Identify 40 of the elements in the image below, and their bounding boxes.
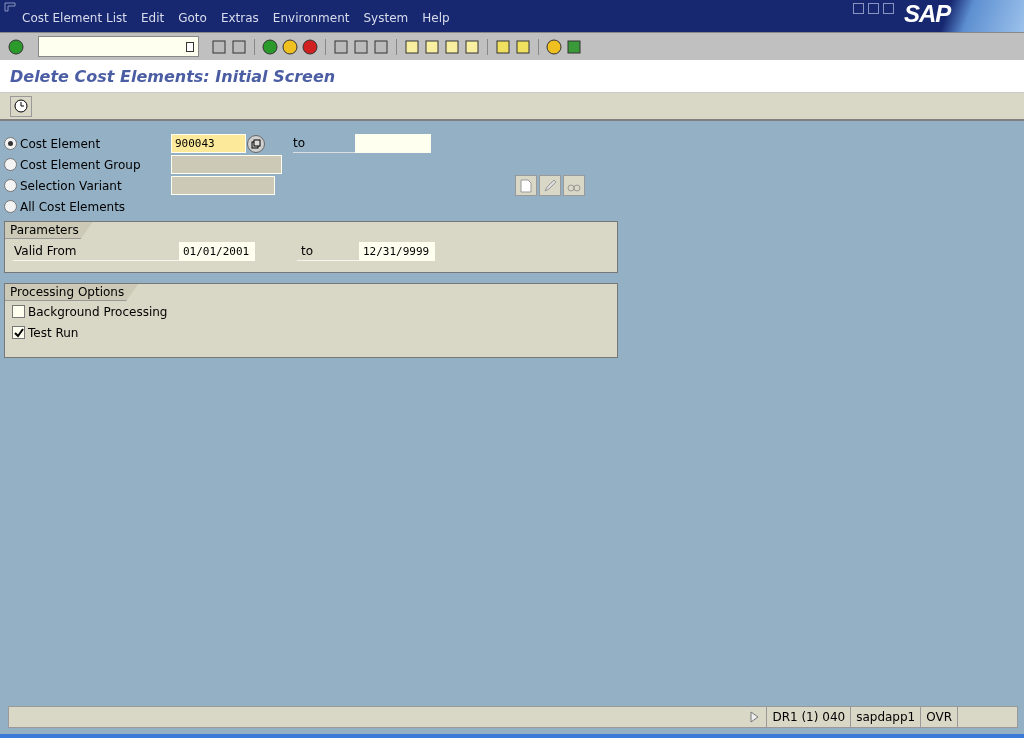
radio-option[interactable]: Selection Variant	[4, 178, 171, 193]
cost-element-field[interactable]: 900043	[171, 134, 246, 153]
menu-item[interactable]: Edit	[140, 11, 165, 25]
checkbox-option[interactable]: Test Run	[5, 322, 617, 343]
menu-item[interactable]: Cost Element List	[22, 11, 127, 25]
radio-option[interactable]: Cost Element Group	[4, 157, 171, 172]
logo: SAP	[904, 0, 951, 29]
input-mode: OVR	[920, 707, 957, 727]
system-info: DR1 (1) 040	[766, 707, 851, 727]
to-field[interactable]	[355, 134, 431, 153]
radio-option[interactable]: All Cost Elements	[4, 199, 171, 214]
execute-background-button[interactable]	[10, 95, 32, 117]
panel-title: Processing Options	[5, 284, 139, 301]
document-icon	[520, 178, 532, 193]
command-field[interactable]	[38, 36, 199, 57]
menu-item[interactable]: Extras	[220, 11, 259, 25]
pencil-button[interactable]	[539, 175, 561, 196]
expand-icon[interactable]	[750, 711, 761, 723]
menu-item[interactable]: Goto	[178, 11, 207, 25]
menu-item[interactable]: System	[363, 11, 409, 25]
dropdown-icon[interactable]	[186, 41, 194, 52]
group-field[interactable]	[171, 155, 282, 174]
screen-title: Delete Cost Elements: Initial Screen	[10, 66, 336, 86]
multiple-selection-button[interactable]	[247, 134, 265, 153]
glasses-button[interactable]	[563, 175, 585, 196]
pencil-icon	[543, 178, 557, 193]
new-document-button[interactable]	[515, 175, 537, 196]
clock-icon	[13, 98, 29, 114]
check-icon	[13, 327, 24, 338]
menu-item[interactable]: Help	[422, 11, 450, 25]
radio-option[interactable]: Cost Element	[4, 136, 171, 151]
valid-from-label: Valid From	[13, 242, 179, 261]
checkbox-option[interactable]: Background Processing	[5, 301, 617, 322]
valid-to-field[interactable]: 12/31/9999	[359, 242, 435, 261]
copy-icon	[251, 138, 261, 149]
server-name: sapdapp1	[850, 707, 921, 727]
menu-item[interactable]: Environment	[272, 11, 350, 25]
valid-from-field[interactable]: 01/01/2001	[179, 242, 255, 261]
panel-title: Parameters	[5, 222, 93, 239]
variant-field[interactable]	[171, 176, 275, 195]
